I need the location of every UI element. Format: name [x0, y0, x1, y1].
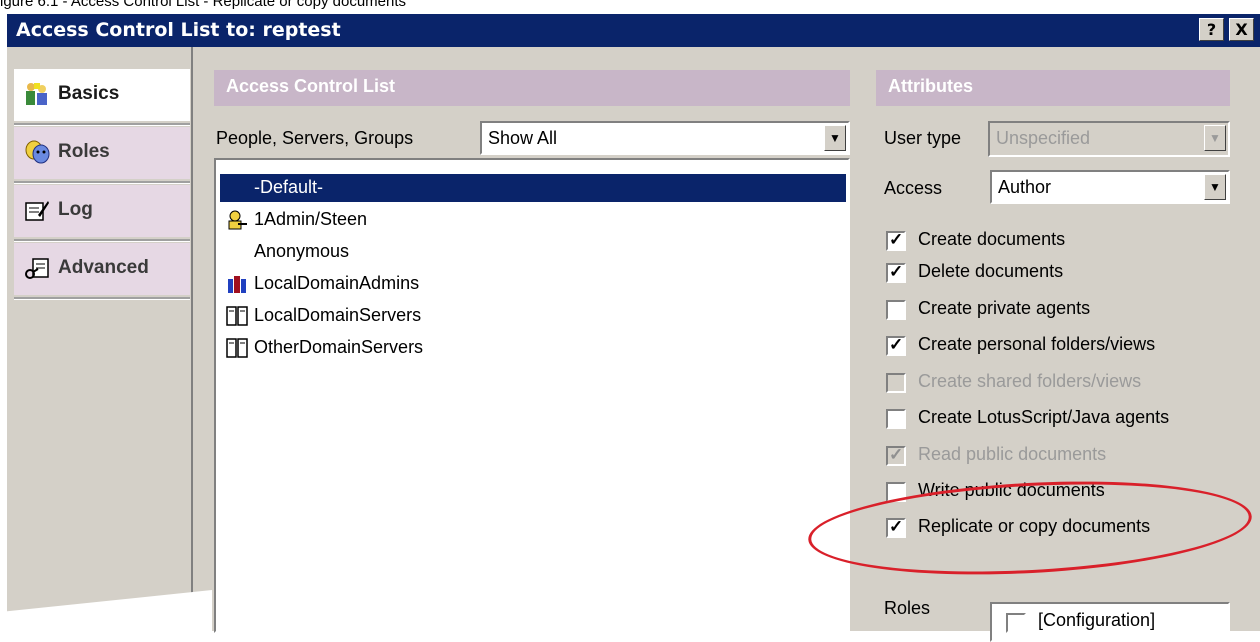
- server-group-icon: [226, 338, 248, 358]
- user-type-dropdown: Unspecified ▼: [988, 121, 1230, 157]
- tab-label: Log: [58, 199, 93, 220]
- create-personal-folders-checkbox[interactable]: ✓: [886, 335, 906, 356]
- sidebar-border: [191, 47, 193, 631]
- list-item[interactable]: LocalDomainAdmins: [220, 270, 846, 298]
- tab-roles[interactable]: Roles: [14, 127, 190, 179]
- entry-name: OtherDomainServers: [254, 337, 424, 357]
- create-lotusscript-agents-checkbox[interactable]: [886, 409, 906, 429]
- log-icon: [25, 201, 49, 221]
- read-public-documents-checkbox: ✓: [886, 445, 906, 466]
- filter-label: People, Servers, Groups: [216, 128, 414, 148]
- attributes-header: Attributes: [876, 70, 1230, 106]
- create-private-agents-checkbox[interactable]: [886, 300, 906, 320]
- filter-dropdown[interactable]: Show All ▼: [480, 121, 850, 155]
- acl-entry-list[interactable]: -Default- 1Admin/Steen Anonymous LocalDo…: [214, 158, 850, 633]
- access-dropdown[interactable]: Author ▼: [990, 170, 1230, 204]
- chevron-down-icon[interactable]: ▼: [1204, 174, 1226, 200]
- replicate-copy-documents-label: Replicate or copy documents: [918, 516, 1151, 536]
- entry-name: 1Admin/Steen: [254, 209, 368, 229]
- person-key-icon: [228, 210, 247, 230]
- create-shared-folders-label: Create shared folders/views: [918, 371, 1142, 391]
- list-item[interactable]: LocalDomainServers: [220, 302, 846, 330]
- list-item[interactable]: OtherDomainServers: [220, 334, 846, 362]
- list-item[interactable]: 1Admin/Steen: [220, 206, 846, 234]
- chevron-down-icon[interactable]: ▼: [824, 125, 846, 151]
- people-icon: [26, 83, 47, 105]
- help-button[interactable]: ?: [1199, 18, 1224, 41]
- user-type-label: User type: [884, 128, 962, 148]
- tab-divider: [14, 239, 190, 242]
- checkmark-icon: ✓: [889, 445, 904, 464]
- list-item[interactable]: -Default-: [220, 174, 846, 202]
- access-label: Access: [884, 178, 943, 198]
- checkmark-icon: ✓: [889, 517, 904, 536]
- acl-header: Access Control List: [214, 70, 850, 106]
- entry-name: LocalDomainServers: [254, 305, 422, 325]
- keys-icon: [25, 258, 49, 279]
- chevron-down-icon: ▼: [1204, 125, 1226, 151]
- masks-icon: [25, 140, 50, 164]
- title-bar: Access Control List to: reptest ? X: [7, 14, 1260, 47]
- create-private-agents-label: Create private agents: [918, 298, 1091, 318]
- replicate-copy-documents-checkbox[interactable]: ✓: [886, 517, 906, 538]
- tab-basics[interactable]: Basics: [14, 69, 190, 121]
- tab-divider: [14, 297, 190, 300]
- read-public-documents-label: Read public documents: [918, 444, 1107, 464]
- write-public-documents-checkbox[interactable]: [886, 482, 906, 502]
- filter-value: Show All: [488, 128, 558, 148]
- checkmark-icon: ✓: [889, 335, 904, 354]
- close-button[interactable]: X: [1229, 18, 1254, 41]
- roles-list[interactable]: [Configuration]: [990, 602, 1230, 642]
- tab-label: Advanced: [58, 257, 149, 278]
- window-title: Access Control List to: reptest: [16, 19, 341, 41]
- figure-caption: igure 6.1 - Access Control List - Replic…: [0, 0, 407, 10]
- create-documents-label: Create documents: [918, 229, 1066, 249]
- create-shared-folders-checkbox: [886, 373, 906, 393]
- entry-name: -Default-: [250, 177, 328, 198]
- tab-divider: [14, 123, 190, 126]
- checkmark-icon: ✓: [889, 230, 904, 249]
- tab-divider: [14, 181, 190, 184]
- tab-label: Roles: [58, 141, 110, 162]
- role-configuration-checkbox[interactable]: [1006, 613, 1026, 633]
- entry-name: Anonymous: [254, 241, 350, 261]
- create-documents-checkbox[interactable]: ✓: [886, 230, 906, 251]
- create-lotusscript-agents-label: Create LotusScript/Java agents: [918, 407, 1170, 427]
- create-personal-folders-label: Create personal folders/views: [918, 334, 1156, 354]
- entry-name: LocalDomainAdmins: [254, 273, 420, 293]
- delete-documents-label: Delete documents: [918, 261, 1064, 281]
- list-item[interactable]: Anonymous: [220, 238, 846, 266]
- checkmark-icon: ✓: [889, 262, 904, 281]
- tab-label: Basics: [58, 83, 120, 104]
- tab-advanced[interactable]: Advanced: [14, 243, 190, 295]
- role-configuration-label: [Configuration]: [1038, 610, 1156, 630]
- tab-log[interactable]: Log: [14, 185, 190, 237]
- sidebar: Basics Roles Log Advanced: [7, 47, 191, 631]
- delete-documents-checkbox[interactable]: ✓: [886, 262, 906, 283]
- roles-label: Roles: [884, 598, 931, 618]
- access-value: Author: [998, 177, 1052, 197]
- write-public-documents-label: Write public documents: [918, 480, 1105, 500]
- user-type-value: Unspecified: [996, 128, 1091, 148]
- group-icon: [228, 276, 246, 293]
- server-group-icon: [226, 306, 248, 326]
